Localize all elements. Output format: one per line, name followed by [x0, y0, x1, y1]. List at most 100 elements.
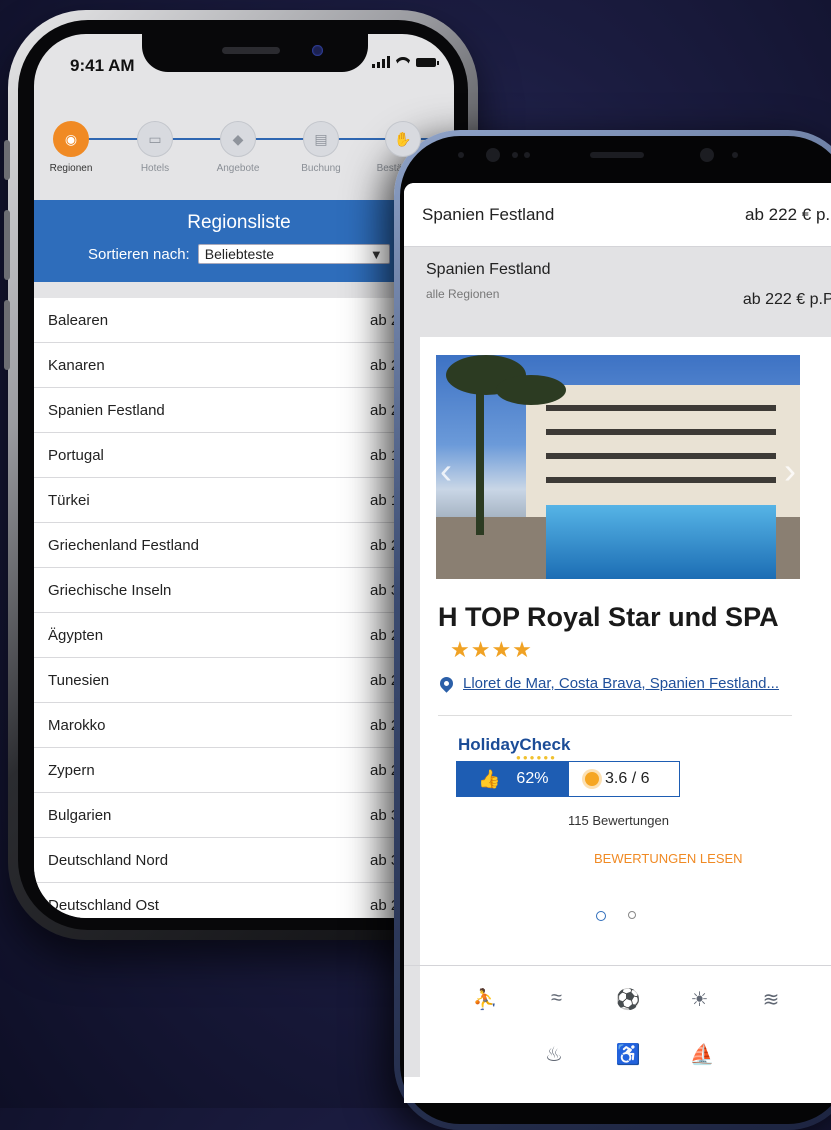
sensor-dot — [458, 152, 464, 158]
review-count: 115 Bewertungen — [568, 813, 669, 828]
sort-value: Beliebteste — [204, 246, 275, 262]
step-label: Hotels — [140, 163, 170, 174]
list-item[interactable]: Bulgarienab 306 € — [34, 793, 454, 838]
holidaycheck-logo: HolidayCheck ●●●●●● — [458, 735, 570, 762]
region-name: Türkei — [48, 491, 90, 509]
page-title: Regionsliste — [187, 212, 291, 233]
pool-icon: ≋ — [762, 989, 780, 1011]
list-item[interactable]: Marokkoab 214 € — [34, 703, 454, 748]
sort-control: Sortieren nach: Beliebteste ▼ — [88, 244, 390, 264]
step-buchung[interactable]: ▤ Buchung — [286, 121, 356, 174]
bed-icon: ▭ — [137, 121, 173, 157]
divider — [438, 715, 792, 716]
list-item[interactable]: Zypernab 245 € — [34, 748, 454, 793]
divider — [404, 965, 831, 966]
sun-icon — [585, 772, 599, 786]
booking-stepper: ◉ Regionen ▭ Hotels ◆ Angebote ▤ Buchung… — [34, 108, 454, 200]
thumbs-up-icon: 👍 — [478, 768, 501, 789]
photo-balcony — [546, 405, 776, 411]
swimming-icon: ≈ — [551, 987, 562, 1009]
region-name: Bulgarien — [48, 806, 112, 824]
notch — [142, 34, 368, 72]
step-hotels[interactable]: ▭ Hotels — [120, 121, 190, 174]
card-background: ‹ › H TOP Royal Star und SPA ★★★★ Lloret… — [404, 337, 831, 1077]
recommendation-box: 👍 62% — [456, 761, 568, 797]
step-regionen[interactable]: ◉ Regionen — [36, 121, 106, 174]
speaker — [222, 47, 280, 54]
step-angebote[interactable]: ◆ Angebote — [203, 121, 273, 174]
region-name: Marokko — [48, 716, 106, 734]
list-item[interactable]: Deutschland Nordab 340 € — [34, 838, 454, 883]
list-item[interactable]: Tunesienab 231 € — [34, 658, 454, 703]
region-name: Deutschland Nord — [48, 851, 169, 869]
region-name: Spanien Festland — [422, 204, 555, 224]
location-pin-icon — [437, 674, 456, 693]
relax-icon: ♿ — [615, 1044, 641, 1066]
list-item[interactable]: Spanien Festlandab 208 € — [34, 388, 454, 433]
recommendation-rate: 62% — [516, 770, 549, 787]
chevron-down-icon: ▼ — [369, 246, 383, 262]
phone-screen: Spanien Festland ab 222 € p.P. Spanien F… — [404, 183, 831, 1103]
chevron-left-icon[interactable]: ‹ — [440, 450, 452, 492]
hotel-name[interactable]: H TOP Royal Star und SPA — [438, 602, 779, 633]
step-label: Angebote — [216, 163, 260, 174]
hotel-location[interactable]: Lloret de Mar, Costa Brava, Spanien Fest… — [437, 674, 779, 693]
volume-up-button — [4, 210, 10, 280]
phone-screen: 9:41 AM ◉ Regionen ▭ Hotels ◆ Angebote ▤… — [34, 34, 454, 918]
sensor-dot — [700, 148, 714, 162]
sort-select[interactable]: Beliebteste ▼ — [197, 244, 390, 264]
list-item[interactable]: Deutschland Ostab 244 € — [34, 883, 454, 918]
front-camera — [486, 148, 500, 162]
list-item[interactable]: Balearenab 212 € — [34, 298, 454, 343]
photo-balcony — [546, 453, 776, 459]
list-item[interactable]: Portugalab 174 € — [34, 433, 454, 478]
spa-icon: ♨ — [545, 1044, 563, 1066]
read-reviews-link[interactable]: BEWERTUNGEN LESEN — [594, 851, 743, 866]
carousel-dots — [596, 911, 636, 921]
list-item[interactable]: Griechische Inselnab 364 € — [34, 568, 454, 613]
score-value: 3.6 / 6 — [605, 770, 650, 787]
carousel-dot-active[interactable] — [596, 911, 606, 921]
cart-icon: ▤ — [303, 121, 339, 157]
fitness-icon: ⛹ — [472, 989, 498, 1011]
speaker — [590, 152, 644, 158]
list-item[interactable]: Kanarenab 263 € — [34, 343, 454, 388]
hotel-card[interactable]: ‹ › H TOP Royal Star und SPA ★★★★ Lloret… — [404, 337, 831, 1077]
photo-palm-leaves — [496, 375, 566, 405]
holidaycheck-rating: 👍 62% 3.6 / 6 — [456, 761, 680, 797]
phone-top-sensors — [394, 130, 831, 190]
jetski-icon: ⛵ — [689, 1044, 715, 1066]
region-name: Griechenland Festland — [48, 536, 199, 554]
region-summary-bar[interactable]: Spanien Festland ab 222 € p.P. — [404, 183, 831, 247]
status-icons — [372, 56, 439, 68]
wifi-icon — [396, 57, 410, 68]
region-name: Deutschland Ost — [48, 896, 159, 914]
beach-icon: ☀ — [690, 989, 709, 1011]
location-link[interactable]: Lloret de Mar, Costa Brava, Spanien Fest… — [463, 675, 779, 692]
carousel-dot[interactable] — [628, 911, 636, 919]
sensor-dot — [512, 152, 518, 158]
region-list-header: Regionsliste Sortieren nach: Beliebteste… — [34, 200, 454, 282]
battery-icon — [416, 57, 439, 67]
region-name: Zypern — [48, 761, 95, 779]
volume-down-button — [4, 300, 10, 370]
sensor-dot — [732, 152, 738, 158]
region-name: Ägypten — [48, 626, 104, 644]
holidaycheck-logo-text: HolidayCheck — [458, 735, 571, 754]
handshake-icon: ✋ — [385, 121, 421, 157]
globe-icon: ◉ — [53, 121, 89, 157]
score-box: 3.6 / 6 — [568, 761, 680, 797]
region-name: Balearen — [48, 311, 109, 329]
list-item[interactable]: Türkeiab 149 € — [34, 478, 454, 523]
hotel-photo[interactable]: ‹ › — [436, 355, 800, 579]
list-item[interactable]: Griechenland Festlandab 294 € — [34, 523, 454, 568]
photo-balcony — [546, 429, 776, 435]
region-filter-row[interactable]: Spanien Festland alle Regionen ab 222 € … — [404, 247, 831, 337]
region-name: Kanaren — [48, 356, 105, 374]
star-rating: ★★★★ — [450, 637, 533, 662]
list-item[interactable]: Ägyptenab 275 € — [34, 613, 454, 658]
sensor-dot — [524, 152, 530, 158]
region-name: Griechische Inseln — [48, 581, 172, 599]
photo-pool — [546, 505, 776, 579]
chevron-right-icon[interactable]: › — [784, 450, 796, 492]
